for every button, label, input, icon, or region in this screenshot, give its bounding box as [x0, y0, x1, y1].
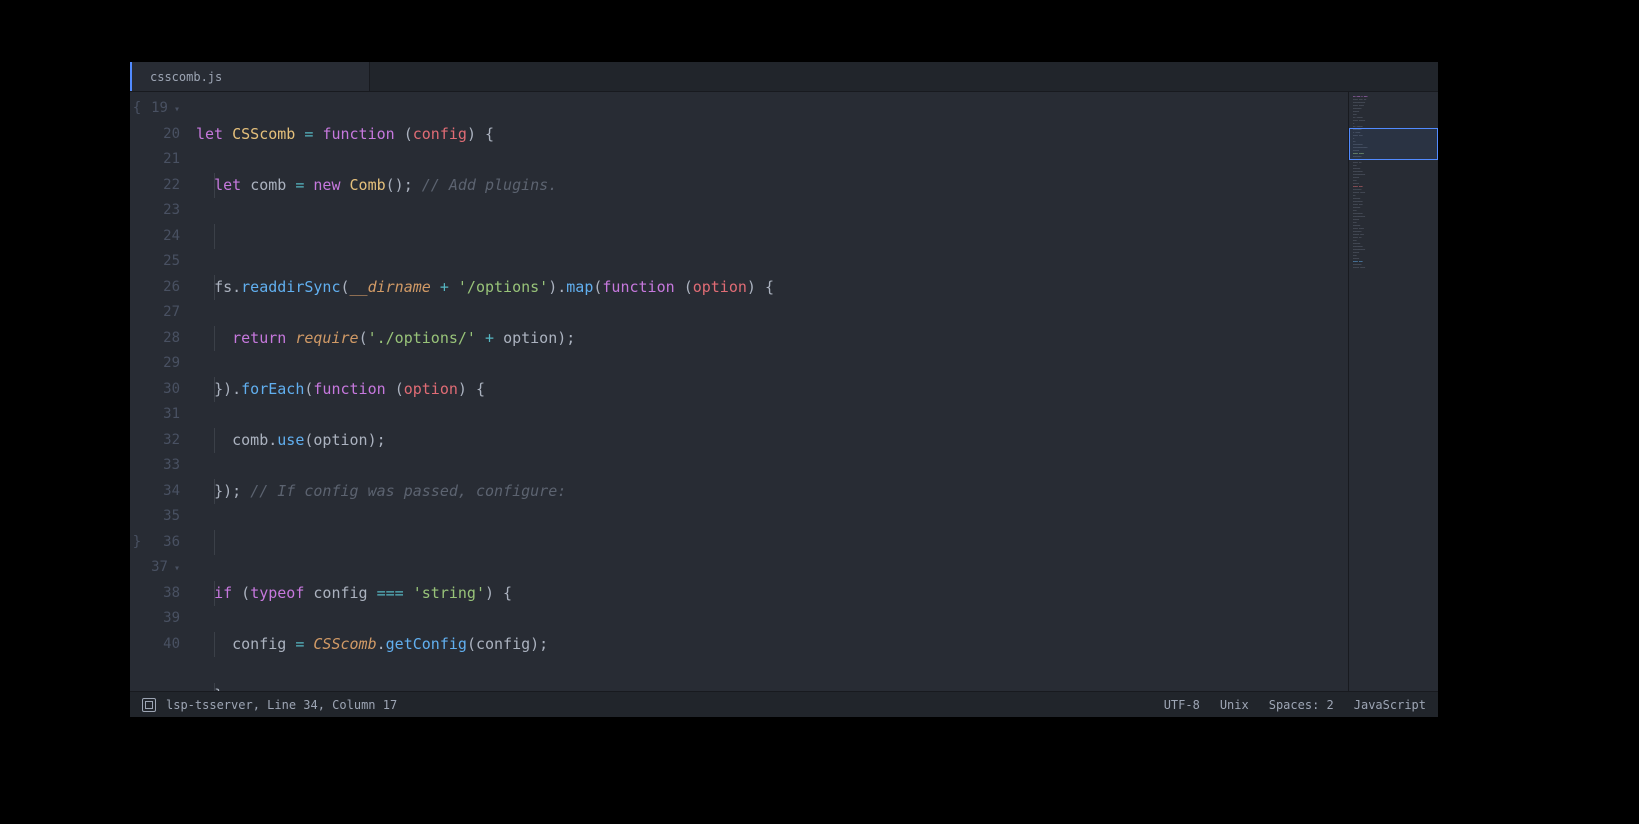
- code-line: [196, 224, 1348, 250]
- status-indent[interactable]: Spaces: 2: [1269, 698, 1334, 712]
- tab-active[interactable]: csscomb.js: [130, 62, 370, 91]
- code-line: return require('./options/' + option);: [196, 326, 1348, 352]
- code-area[interactable]: let CSScomb = function (config) { let co…: [190, 92, 1348, 691]
- code-line: }).forEach(function (option) {: [196, 377, 1348, 403]
- fold-open-brace: {: [130, 96, 144, 122]
- status-bar: lsp-tsserver, Line 34, Column 17 UTF-8 U…: [130, 691, 1438, 717]
- code-line: }: [196, 683, 1348, 692]
- minimap[interactable]: ▬▬ ▬▬▬ ▬ ▬▬▬▬▬▬▬ ▬▬▬ ▬▬ ▬▬▬▬▬▬▬▬▬▬▬▬▬▬ ▬…: [1348, 92, 1438, 691]
- tab-bar: csscomb.js: [130, 62, 1438, 92]
- code-line: }); // If config was passed, configure:: [196, 479, 1348, 505]
- editor-main: { } 19 20 21 22 23 24 25 26 27 28 29 30 …: [130, 92, 1438, 691]
- gutter[interactable]: { } 19 20 21 22 23 24 25 26 27 28 29 30 …: [130, 92, 190, 691]
- fold-close-brace: }: [130, 530, 144, 556]
- code-line: let comb = new Comb(); // Add plugins.: [196, 173, 1348, 199]
- tab-filename: csscomb.js: [150, 70, 222, 84]
- minimap-content: ▬▬ ▬▬▬ ▬ ▬▬▬▬▬▬▬ ▬▬▬ ▬▬ ▬▬▬▬▬▬▬▬▬▬▬▬▬▬ ▬…: [1349, 92, 1438, 274]
- status-panel-icon[interactable]: [142, 698, 156, 712]
- code-line: let CSScomb = function (config) {: [196, 122, 1348, 148]
- status-line-ending[interactable]: Unix: [1220, 698, 1249, 712]
- minimap-viewport[interactable]: [1349, 128, 1438, 160]
- code-line: [196, 530, 1348, 556]
- code-line: fs.readdirSync(__dirname + '/options').m…: [196, 275, 1348, 301]
- code-line: if (typeof config === 'string') {: [196, 581, 1348, 607]
- editor-window: csscomb.js { } 19 20 21 22 23 24 25 26 2…: [130, 62, 1438, 717]
- status-cursor-position[interactable]: lsp-tsserver, Line 34, Column 17: [166, 698, 397, 712]
- status-right: UTF-8 Unix Spaces: 2 JavaScript: [1164, 698, 1426, 712]
- code-line: comb.use(option);: [196, 428, 1348, 454]
- status-left: lsp-tsserver, Line 34, Column 17: [142, 698, 397, 712]
- code-line: config = CSScomb.getConfig(config);: [196, 632, 1348, 658]
- status-language[interactable]: JavaScript: [1354, 698, 1426, 712]
- status-encoding[interactable]: UTF-8: [1164, 698, 1200, 712]
- fold-markers: { }: [130, 96, 144, 555]
